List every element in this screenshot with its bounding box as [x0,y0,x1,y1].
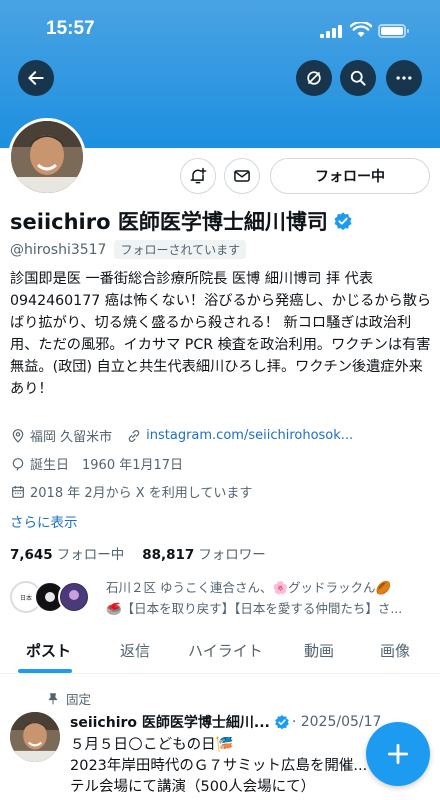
repost-filter-button[interactable] [296,60,332,96]
follows-you-badge: フォローされています [114,240,247,259]
cell-signal-icon [320,24,344,38]
notify-bell-icon [190,167,207,184]
active-tab-indicator [18,669,72,673]
following-button[interactable]: フォロー中 [270,158,430,194]
search-icon [350,70,366,86]
post-header: seiichiro 医師医学博士細川... · 2025/05/17 [70,712,381,732]
verified-icon [275,715,289,730]
joined-text: 2018 年 2月から X を利用しています [30,486,253,501]
verified-icon[interactable] [333,211,353,231]
link-icon [128,429,140,442]
follower-avatar [58,581,90,613]
post-line: テル会場にて講演（500人会場にて） [70,779,316,795]
followers-you-know-line2: 🥌【日本を取り戻す】【日本を愛する仲間たち】さ... [106,601,403,616]
search-button[interactable] [340,60,376,96]
avatar-portrait [11,121,83,193]
birthday-icon [12,457,24,471]
wifi-icon [350,22,372,37]
profile-avatar[interactable] [8,118,86,196]
svg-text:日本: 日本 [20,594,32,602]
display-name: seiichiro 医師医学博士細川博司 [10,210,328,234]
location-text: 福岡 久留米市 [30,430,113,445]
compose-button[interactable] [366,722,430,786]
compose-plus-icon [387,743,409,765]
tab-posts[interactable]: ポスト [26,640,71,661]
birthday-text: 誕生日 1960 年1月17日 [30,458,184,473]
battery-icon [378,24,409,38]
followers-label: フォロワー [198,547,266,563]
pinned-label: 固定 [66,692,92,707]
following-count-link[interactable]: 7,645 フォロー中 [10,543,124,563]
tab-videos[interactable]: 動画 [304,640,334,661]
notifications-button[interactable] [180,158,216,194]
tab-media[interactable]: 画像 [380,640,410,661]
profile-bio: 診国即是医 一番街総合診療所院長 医博 細川博司 拝 代表0942460177 … [10,271,432,397]
status-time: 15:57 [46,18,95,39]
mail-icon [234,170,250,182]
message-button[interactable] [224,158,260,194]
meta-location-website: 福岡 久留米市 instagram.com/seiichirohosok... [10,426,353,445]
post-author-name[interactable]: seiichiro 医師医学博士細川... [70,712,270,732]
following-label: フォロー中 [56,547,125,563]
back-button[interactable] [18,60,54,96]
tab-highlights[interactable]: ハイライト [188,640,263,661]
calendar-icon [12,485,24,498]
meta-birthday: 誕生日 1960 年1月17日 [10,454,183,473]
back-arrow-icon [28,71,44,85]
retweet-icon [307,71,321,85]
more-options-button[interactable] [386,60,422,96]
website-link[interactable]: instagram.com/seiichirohosok... [146,428,353,443]
follow-counts: 7,645 フォロー中 88,817 フォロワー [10,543,266,563]
handle-row: @hiroshi3517 フォローされています [10,240,247,259]
handle: @hiroshi3517 [10,241,107,258]
followers-you-know[interactable]: 日本 石川２区 ゆうこく連合さん、🌸グッドラックん🏉 🥌【日本を取り戻す】【日本… [10,575,435,625]
followers-you-know-text: 石川２区 ゆうこく連合さん、🌸グッドラックん🏉 🥌【日本を取り戻す】【日本を愛す… [106,577,435,619]
followers-you-know-line1: 石川２区 ゆうこく連合さん、🌸グッドラックん🏉 [106,580,392,595]
show-more-link[interactable]: さらに表示 [10,511,78,531]
following-count: 7,645 [10,547,53,563]
followers-count: 88,817 [142,547,195,563]
pin-icon [48,692,58,704]
pinned-indicator: 固定 [46,689,91,708]
post-author-avatar[interactable] [10,712,60,762]
tab-replies[interactable]: 返信 [120,640,150,661]
meta-joined: 2018 年 2月から X を利用しています [10,482,252,501]
more-icon [396,76,412,80]
location-icon [12,428,24,443]
status-bar: 15:57 [0,14,440,44]
followers-count-link[interactable]: 88,817 フォロワー [142,543,266,563]
profile-tabs: ポスト 返信 ハイライト 動画 画像 [0,628,440,674]
display-name-row: seiichiro 医師医学博士細川博司 [10,206,353,236]
post-date[interactable]: · 2025/05/17 [292,714,382,730]
